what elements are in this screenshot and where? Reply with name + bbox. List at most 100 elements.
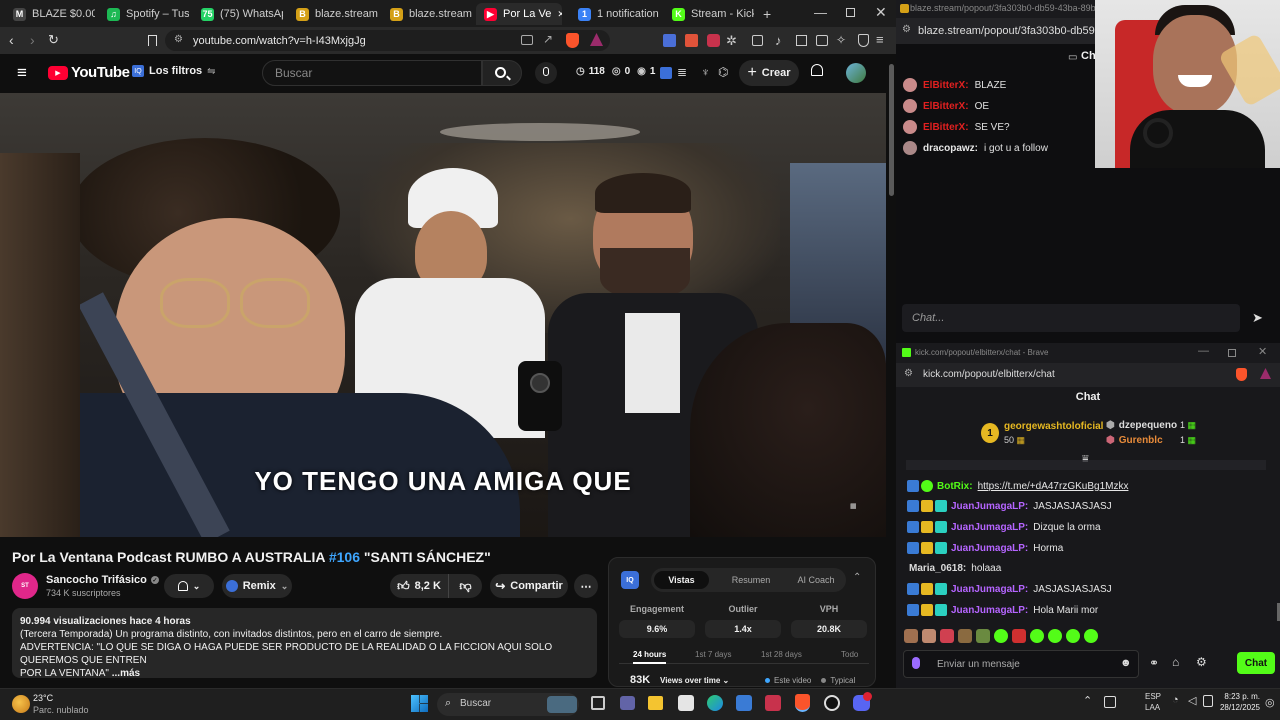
show-more-link[interactable]: ...más xyxy=(112,668,140,679)
blaze-site-info-icon[interactable]: ⚙ xyxy=(902,24,911,35)
browser-tab[interactable]: 1 1 notification xyxy=(570,3,660,25)
battery-icon[interactable] xyxy=(1203,695,1213,707)
range-28-days[interactable]: 1st 28 days xyxy=(761,650,802,659)
kick-chat-username[interactable]: JuanJumagaLP: xyxy=(951,605,1028,616)
emote-icon[interactable] xyxy=(940,629,954,643)
kick-minimize-icon[interactable]: — xyxy=(1198,345,1209,357)
like-button[interactable]: 👍︎ 8,2 K xyxy=(390,574,448,598)
forward-icon[interactable]: › xyxy=(30,32,35,48)
emote-icon[interactable] xyxy=(1084,629,1098,643)
vpn-icon[interactable] xyxy=(858,34,869,47)
sidebar-icon[interactable] xyxy=(796,35,807,46)
kick-chat-username[interactable]: BotRix: xyxy=(937,481,973,492)
kick-chat-username[interactable]: JuanJumagaLP: xyxy=(951,522,1028,533)
title-hashtag-link[interactable]: #106 xyxy=(329,549,360,565)
kick-site-info-icon[interactable]: ⚙ xyxy=(904,368,913,379)
browser-tab[interactable]: K Stream - Kick Da xyxy=(664,3,754,25)
page-scrollbar[interactable] xyxy=(889,64,894,196)
video-description[interactable]: 90.994 visualizaciones hace 4 horas (Ter… xyxy=(12,608,597,679)
channel-name[interactable]: Sancocho Trifásico ✓ xyxy=(46,574,159,586)
tab-resumen[interactable]: Resumen xyxy=(721,571,781,589)
task-view-icon[interactable] xyxy=(591,696,605,710)
microphone-icon[interactable] xyxy=(912,657,920,669)
extension-icon[interactable] xyxy=(752,35,763,46)
collapse-icon[interactable]: ⌃ xyxy=(853,572,861,583)
keyboard-layout[interactable]: LAA xyxy=(1145,703,1160,712)
leo-ai-icon[interactable]: ✧ xyxy=(836,33,846,47)
voice-search-button[interactable] xyxy=(535,62,557,84)
kick-message-input[interactable]: Enviar un mensaje ☻ xyxy=(903,650,1139,678)
range-24-hours[interactable]: 24 hours xyxy=(633,650,667,664)
brave-rewards-icon[interactable] xyxy=(590,33,603,46)
emote-icon[interactable] xyxy=(976,629,990,643)
chat-username[interactable]: ElBitterX: xyxy=(923,101,969,112)
wifi-icon[interactable]: ◔ xyxy=(1172,694,1179,706)
extension-icon[interactable] xyxy=(707,34,720,47)
youtube-logo[interactable]: ▶ YouTube CO xyxy=(48,64,143,81)
weather-icon[interactable] xyxy=(12,695,30,713)
store-icon[interactable] xyxy=(678,695,694,711)
taskbar-search[interactable]: ⌕ Buscar xyxy=(437,693,579,716)
maximize-icon[interactable] xyxy=(846,8,855,17)
wallet-icon[interactable] xyxy=(816,35,828,46)
chat-link[interactable]: https://t.me/+dA47rzGKuBg1Mzkx xyxy=(978,481,1129,492)
blaze-chat-input[interactable]: Chat... xyxy=(902,304,1240,332)
close-tab-icon[interactable]: ✕ xyxy=(557,9,562,20)
brave-taskbar-icon[interactable] xyxy=(795,694,810,712)
notifications-bell-icon[interactable] xyxy=(811,64,823,76)
browser-tab[interactable]: ▶ Por La Ve ✕ xyxy=(476,3,562,25)
hamburger-menu-icon[interactable]: ≡ xyxy=(17,63,27,83)
site-info-icon[interactable]: ⚙ xyxy=(174,34,183,45)
more-actions-button[interactable]: ⋯ xyxy=(574,574,598,598)
subscribe-notification-button[interactable]: ⌄ xyxy=(164,574,214,598)
cast-icon[interactable] xyxy=(521,35,533,45)
range-all[interactable]: Todo xyxy=(841,650,858,659)
translate-extension-icon[interactable] xyxy=(663,34,676,47)
emote-icon[interactable] xyxy=(1048,629,1062,643)
kick-chat-username[interactable]: JuanJumagaLP: xyxy=(951,543,1028,554)
user-avatar[interactable] xyxy=(846,63,866,83)
url-field[interactable]: ⚙ youtube.com/watch?v=h-I43MxjgJg ↗ xyxy=(165,30,610,51)
app-icon[interactable] xyxy=(765,695,781,711)
extension-icon[interactable] xyxy=(685,34,698,47)
kick-brave-rewards-icon[interactable] xyxy=(1260,368,1271,379)
tab-vistas[interactable]: Vistas xyxy=(654,571,709,589)
music-icon[interactable]: ♪ xyxy=(775,33,782,48)
link-icon[interactable]: ⚭ xyxy=(1149,656,1159,670)
close-window-icon[interactable]: ✕ xyxy=(875,4,887,21)
filters-button[interactable]: IQ Los filtros ⇋ xyxy=(132,65,216,77)
gifter-3[interactable]: ⬢ Gurenblc xyxy=(1106,435,1163,446)
share-button[interactable]: ↪ Compartir xyxy=(490,574,568,598)
notification-bell-icon[interactable]: ◎ xyxy=(1265,696,1275,709)
tray-chevron-icon[interactable]: ⌃ xyxy=(1083,694,1092,707)
views-over-time-dropdown[interactable]: Views over time ⌄ xyxy=(660,676,729,685)
menu-icon[interactable]: ≡ xyxy=(876,32,884,47)
vidiq-icon[interactable] xyxy=(660,67,672,79)
emote-icon[interactable] xyxy=(1030,629,1044,643)
share-icon[interactable]: ↗ xyxy=(543,32,553,46)
tray-app-icon[interactable] xyxy=(1104,696,1116,708)
send-icon[interactable]: ➤ xyxy=(1252,310,1263,326)
kick-chat-username[interactable]: JuanJumagaLP: xyxy=(951,584,1028,595)
range-7-days[interactable]: 1st 7 days xyxy=(695,650,731,659)
emote-icon[interactable] xyxy=(958,629,972,643)
browser-tab[interactable]: ♫ Spotify – Tus me xyxy=(99,3,189,25)
create-button[interactable]: + Crear xyxy=(739,60,799,86)
bulb-icon[interactable]: ♆ xyxy=(701,65,710,79)
chat-username[interactable]: ElBitterX: xyxy=(923,80,969,91)
dislike-button[interactable]: 👎︎ xyxy=(448,574,482,598)
kick-send-chat-button[interactable]: Chat xyxy=(1237,652,1275,674)
browser-tab[interactable]: 75 (75) WhatsApp xyxy=(193,3,283,25)
chat-username[interactable]: dracopawz: xyxy=(923,143,978,154)
volume-icon[interactable]: ◁ xyxy=(1188,694,1196,707)
emote-icon[interactable] xyxy=(922,629,936,643)
remix-button[interactable]: Remix ⌄ xyxy=(222,574,292,598)
browser-tab[interactable]: M BLAZE $0.004607 xyxy=(5,3,95,25)
settings-gear-icon[interactable]: ⚙ xyxy=(1196,655,1207,669)
browser-tab[interactable]: Bblaze.stream/bac xyxy=(382,3,472,25)
tab-ai-coach[interactable]: AI Coach xyxy=(786,571,846,589)
app-icon[interactable] xyxy=(736,695,752,711)
new-tab-icon[interactable]: + xyxy=(763,6,771,22)
search-button[interactable] xyxy=(482,60,522,86)
browser-tab[interactable]: Bblaze.stream/stre xyxy=(288,3,378,25)
